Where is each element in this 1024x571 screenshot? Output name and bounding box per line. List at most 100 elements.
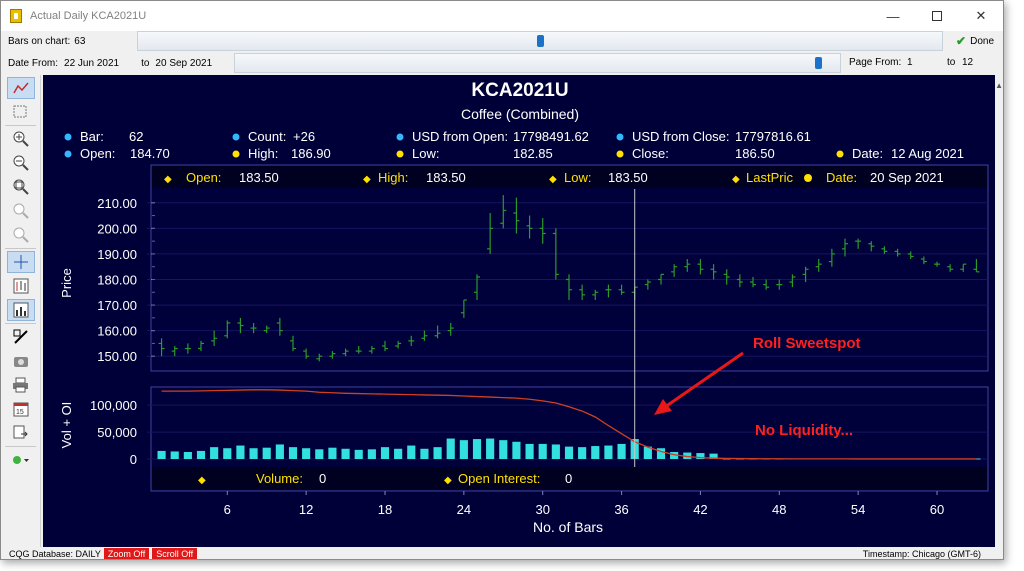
page-to-value[interactable]: 12 [962, 57, 973, 68]
volume-bar [499, 440, 508, 459]
date-control-row: Date From: 22 Jun 2021 to 20 Sep 2021 Pa… [1, 52, 1003, 74]
open-interest-label: Open Interest: [458, 471, 540, 486]
volume-bar [420, 448, 429, 459]
minimize-icon[interactable]: — [871, 1, 915, 31]
x-tick-label: 48 [772, 502, 786, 517]
zoom-out-disabled-icon[interactable] [7, 224, 35, 246]
volume-bar [275, 444, 284, 459]
date-from-value[interactable]: 22 Jun 2021 [64, 58, 119, 69]
calendar-icon[interactable]: 15 [7, 398, 35, 420]
checkmark-icon: ✔ [956, 34, 967, 48]
camera-icon[interactable] [7, 350, 35, 372]
volume-bar [551, 444, 560, 459]
chart-type-icon[interactable] [7, 77, 35, 99]
close-icon[interactable]: ✕ [959, 1, 1003, 31]
chart-area[interactable]: KCA2021U Coffee (Combined) Bar: 62 Count: +26… [43, 75, 997, 547]
x-tick-label: 18 [378, 502, 392, 517]
left-toolbar: 15 [1, 75, 41, 547]
done-button[interactable]: ✔ Done [951, 31, 999, 51]
date-slider-thumb[interactable] [815, 57, 823, 69]
no-liquidity-annotation: No Liquidity... [755, 422, 853, 439]
volume-bar [236, 445, 245, 459]
volume-bar [564, 446, 574, 459]
info-bar-dot-icon [64, 133, 72, 141]
volume-bar [315, 449, 324, 459]
timestamp-status: Timestamp: Chicago (GMT-6) [862, 549, 981, 559]
volume-tick-label: 0 [130, 452, 137, 467]
volume-bar [617, 443, 626, 459]
roll-sweetspot-annotation: Roll Sweetspot [753, 335, 861, 352]
info-date-label: Date: [852, 146, 883, 161]
volume-bar [157, 450, 166, 459]
volume-bar [262, 447, 271, 459]
price-axis-label: Price [59, 268, 74, 298]
cursor-high-diamond-icon: ◆ [363, 174, 371, 185]
select-icon[interactable] [7, 101, 35, 123]
export-icon[interactable] [7, 422, 35, 444]
status-dot-icon[interactable] [7, 449, 35, 471]
volume-bar [302, 448, 311, 459]
bar-chart-icon[interactable] [7, 275, 35, 297]
cursor-open-diamond-icon: ◆ [164, 174, 172, 185]
cursor-date-label: Date: [826, 170, 857, 185]
maximize-icon[interactable] [915, 1, 959, 31]
bars-on-chart-label: Bars on chart: [8, 35, 71, 47]
cursor-lastprice-diamond-icon: ◆ [732, 174, 740, 185]
price-tick-label: 190.00 [97, 247, 137, 262]
info-count-dot-icon [232, 133, 240, 141]
cursor-high-label: High: [378, 170, 408, 185]
chart-svg[interactable]: KCA2021U Coffee (Combined) Bar: 62 Count: +26… [43, 75, 997, 547]
info-date-dot-icon [836, 150, 844, 158]
volume-value: 0 [319, 471, 326, 486]
volume-axis-label: Vol + OI [59, 402, 74, 449]
volume-bar [210, 447, 219, 459]
volume-bar [367, 449, 376, 459]
date-slider[interactable] [234, 53, 841, 73]
window-title: Actual Daily KCA2021U [30, 10, 147, 22]
bars-on-chart-value: 63 [74, 35, 86, 47]
bars-slider-thumb[interactable] [536, 35, 544, 47]
x-tick-label: 36 [614, 502, 628, 517]
cursor-date-value: 20 Sep 2021 [870, 170, 944, 185]
cursor-lastprice-label: LastPric [746, 170, 793, 185]
volume-bar [538, 443, 547, 459]
scroll-up-icon[interactable]: ▲ [995, 81, 1003, 90]
volume-bar [512, 441, 521, 459]
oi-diamond-icon: ◆ [444, 475, 452, 486]
volume-chart-icon[interactable] [7, 299, 35, 321]
volume-bar [249, 448, 258, 459]
zoom-fit-icon[interactable] [7, 176, 35, 198]
printer-icon[interactable] [7, 374, 35, 396]
cursor-open-value: 183.50 [239, 170, 279, 185]
volume-tick-label: 50,000 [97, 425, 137, 440]
volume-bar [459, 440, 468, 459]
volume-bar [407, 445, 416, 459]
open-interest-value: 0 [565, 471, 572, 486]
info-bar-label: Bar: [80, 129, 104, 144]
info-usd-open-value: 17798491.62 [513, 129, 589, 144]
x-tick-label: 54 [851, 502, 865, 517]
zoom-in-icon[interactable] [7, 128, 35, 150]
chart-market-subtitle: Coffee (Combined) [461, 106, 579, 122]
price-tick-label: 200.00 [97, 221, 137, 236]
zoom-status[interactable]: Zoom Off [103, 548, 150, 559]
info-low-value: 182.85 [513, 146, 553, 161]
volume-bar [446, 438, 455, 459]
crosshair-icon[interactable] [7, 251, 35, 273]
draw-line-icon[interactable] [7, 326, 35, 348]
cursor-high-value: 183.50 [426, 170, 466, 185]
date-to-value[interactable]: 20 Sep 2021 [155, 58, 212, 69]
x-tick-label: 6 [224, 502, 231, 517]
volume-label: Volume: [256, 471, 303, 486]
volume-bar [354, 449, 363, 459]
zoom-in-disabled-icon[interactable] [7, 200, 35, 222]
bars-slider[interactable] [137, 31, 943, 51]
page-from-value[interactable]: 1 [907, 57, 913, 68]
scroll-status[interactable]: Scroll Off [152, 548, 198, 559]
volume-bar [525, 443, 534, 459]
zoom-out-icon[interactable] [7, 152, 35, 174]
volume-bar [380, 447, 390, 459]
volume-bar [196, 450, 206, 459]
vertical-scrollbar[interactable] [995, 75, 1003, 547]
status-bar: CQG Database: DAILY Zoom Off Scroll Off … [1, 547, 1003, 559]
